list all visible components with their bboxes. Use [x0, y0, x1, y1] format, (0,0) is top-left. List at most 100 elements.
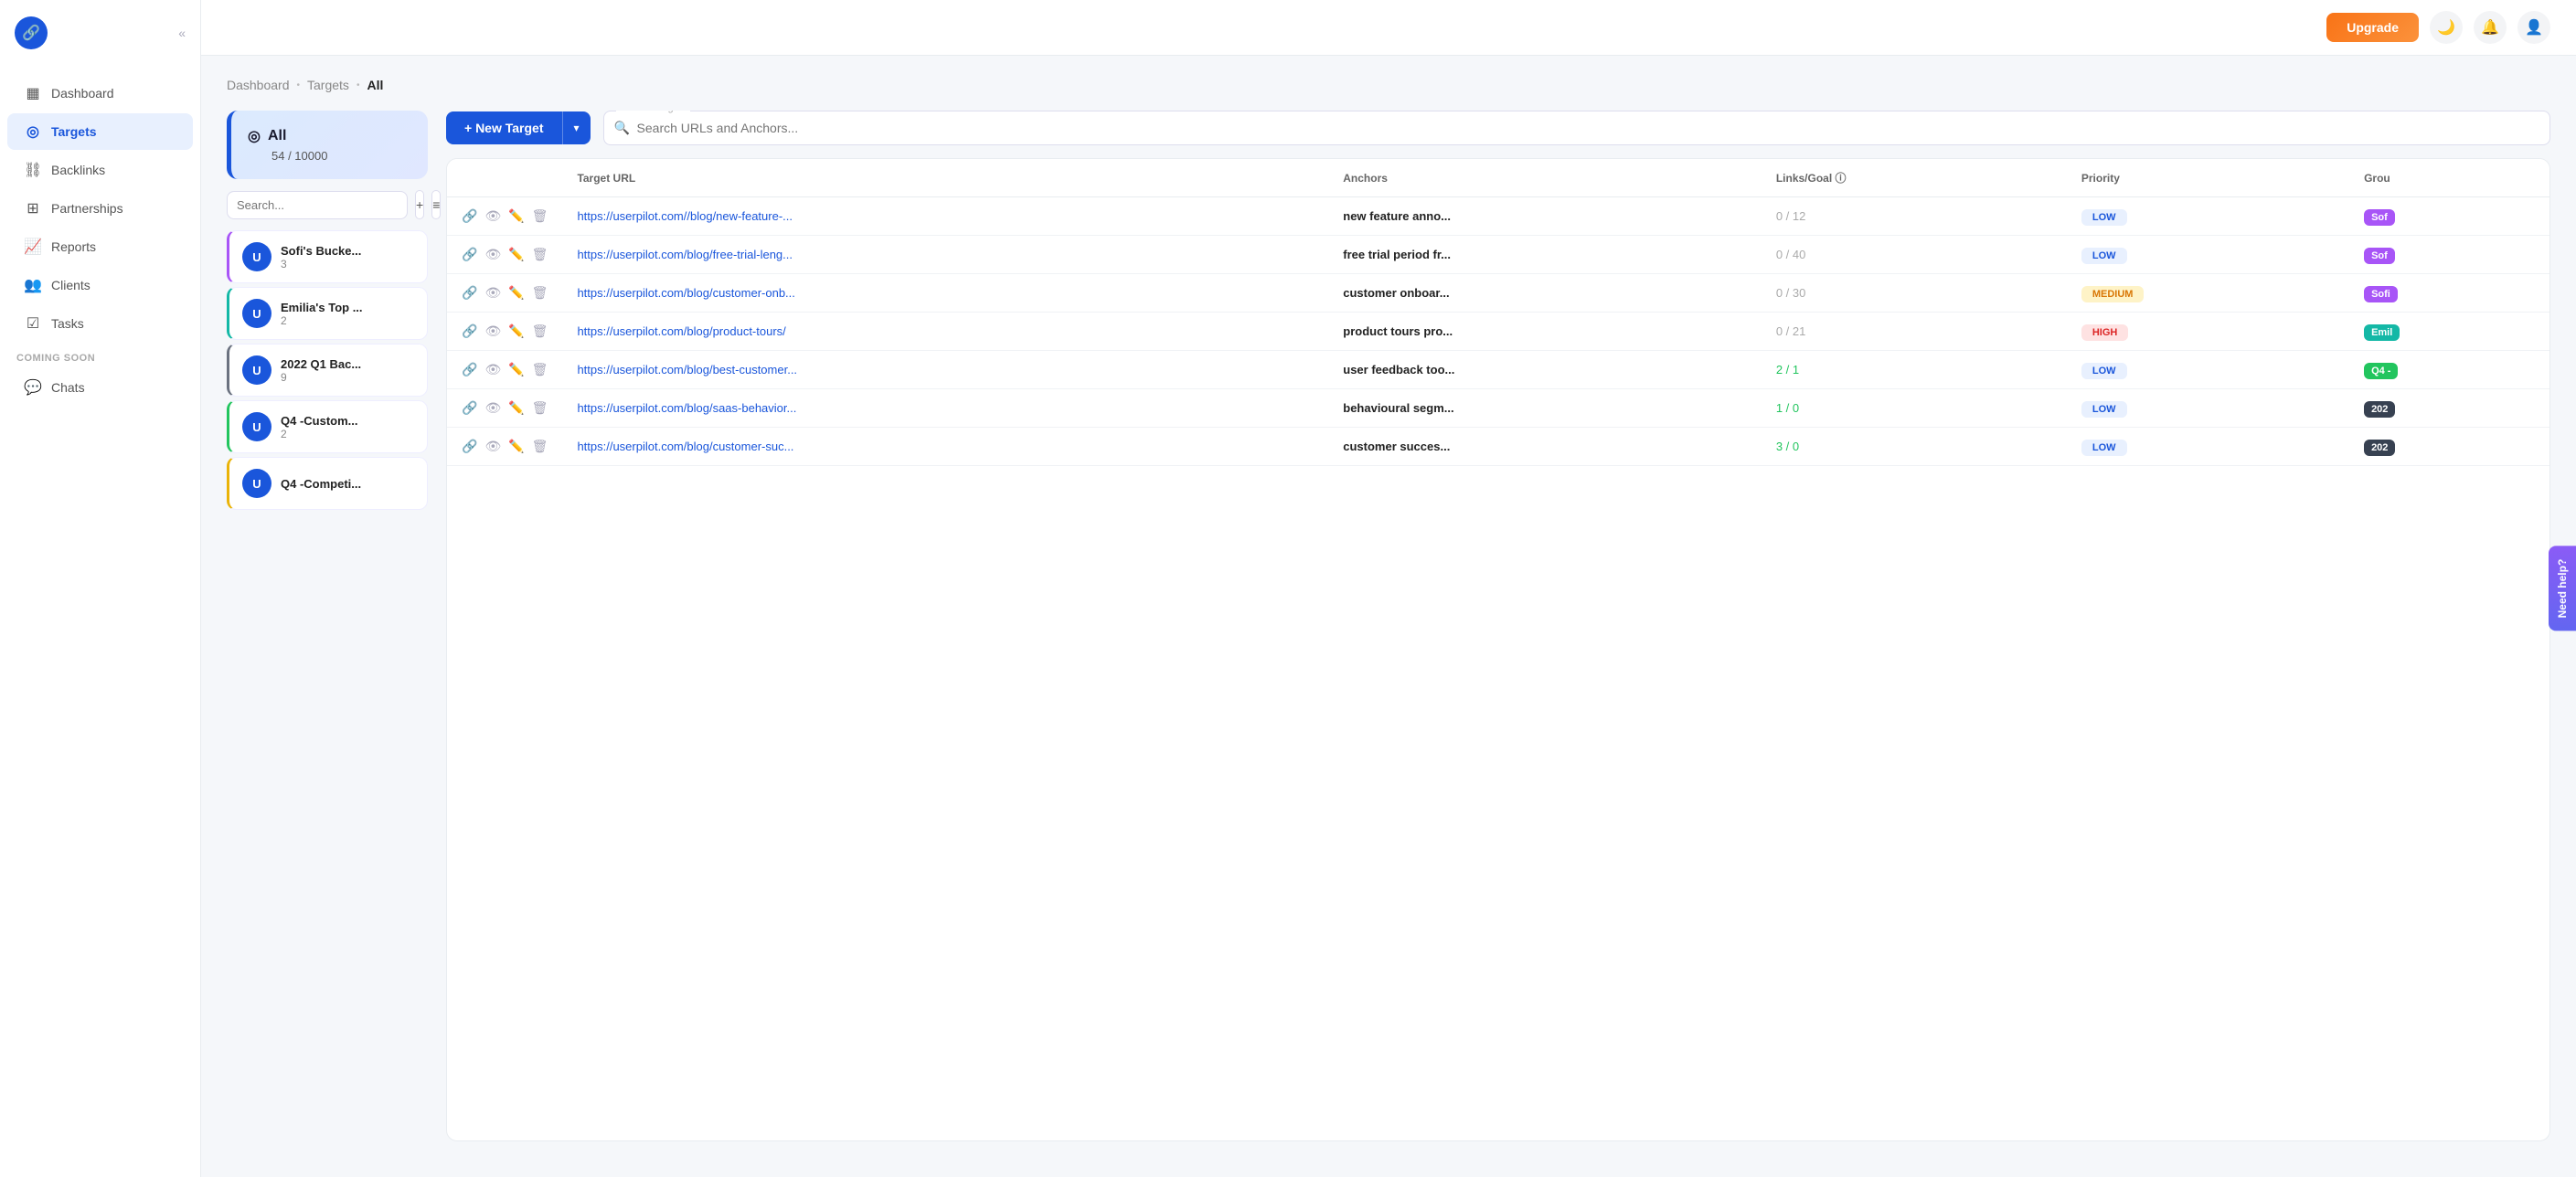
collapse-button[interactable]: « — [178, 26, 186, 40]
link-icon[interactable]: 🔗 — [462, 208, 477, 224]
view-icon[interactable]: 👁 — [484, 285, 501, 301]
link-icon[interactable]: 🔗 — [462, 439, 477, 454]
row-actions: 🔗 👁 ✏️ 🗑 — [447, 351, 562, 389]
col-links-goal[interactable]: Links/Goal ⓘ — [1762, 159, 2067, 197]
delete-icon[interactable]: 🗑 — [532, 247, 548, 262]
user-menu-button[interactable]: 👤 — [2517, 11, 2550, 44]
filter-button[interactable]: ≡ — [431, 190, 441, 219]
view-icon[interactable]: 👁 — [484, 362, 501, 377]
delete-icon[interactable]: 🗑 — [532, 362, 548, 377]
dark-mode-button[interactable]: 🌙 — [2430, 11, 2463, 44]
edit-icon[interactable]: ✏️ — [508, 323, 524, 339]
search-targets-label: Search Targets — [616, 111, 691, 113]
sidebar-item-label: Reports — [51, 239, 96, 254]
link-icon[interactable]: 🔗 — [462, 285, 477, 301]
sidebar-item-chats[interactable]: 💬 Chats — [7, 369, 193, 406]
col-anchors[interactable]: Anchors — [1328, 159, 1762, 197]
all-targets-card[interactable]: ◎ All 54 / 10000 — [227, 111, 428, 179]
bucket-item-emilia[interactable]: U Emilia's Top ... 2 — [227, 287, 428, 340]
col-target-url[interactable]: Target URL — [562, 159, 1328, 197]
group-badge: Q4 - — [2364, 363, 2398, 379]
target-url-link[interactable]: https://userpilot.com/blog/customer-suc.… — [577, 440, 793, 453]
group-badge: Emil — [2364, 324, 2400, 341]
col-priority[interactable]: Priority — [2067, 159, 2349, 197]
sidebar-item-tasks[interactable]: ☑ Tasks — [7, 305, 193, 342]
view-icon[interactable]: 👁 — [484, 400, 501, 416]
link-icon[interactable]: 🔗 — [462, 323, 477, 339]
row-url: https://userpilot.com/blog/best-customer… — [562, 351, 1328, 389]
sidebar-item-label: Chats — [51, 380, 85, 395]
bucket-info: 2022 Q1 Bac... 9 — [281, 357, 361, 384]
delete-icon[interactable]: 🗑 — [532, 323, 548, 339]
row-links-goal: 0 / 40 — [1762, 236, 2067, 274]
edit-icon[interactable]: ✏️ — [508, 285, 524, 301]
notifications-button[interactable]: 🔔 — [2474, 11, 2507, 44]
sidebar: 🔗 « ▦ Dashboard ◎ Targets ⛓ Backlinks ⊞ … — [0, 0, 201, 1177]
sidebar-item-targets[interactable]: ◎ Targets — [7, 113, 193, 150]
new-target-button[interactable]: + New Target — [446, 111, 562, 144]
view-icon[interactable]: 👁 — [484, 323, 501, 339]
row-group: 202 — [2349, 389, 2549, 428]
bucket-item-q4custom[interactable]: U Q4 -Custom... 2 — [227, 400, 428, 453]
bucket-item-q4competi[interactable]: U Q4 -Competi... — [227, 457, 428, 510]
row-actions: 🔗 👁 ✏️ 🗑 — [447, 428, 562, 466]
need-help-button[interactable]: Need help? — [2549, 546, 2576, 631]
link-icon[interactable]: 🔗 — [462, 400, 477, 416]
sidebar-item-clients[interactable]: 👥 Clients — [7, 267, 193, 303]
delete-icon[interactable]: 🗑 — [532, 285, 548, 301]
delete-icon[interactable]: 🗑 — [532, 400, 548, 416]
logo[interactable]: 🔗 — [15, 16, 48, 49]
target-url-link[interactable]: https://userpilot.com/blog/customer-onb.… — [577, 286, 794, 300]
bucket-name: Sofi's Bucke... — [281, 244, 361, 258]
tasks-icon: ☑ — [24, 314, 42, 333]
group-badge: 202 — [2364, 440, 2395, 456]
row-anchor: new feature anno... — [1328, 197, 1762, 236]
sidebar-item-backlinks[interactable]: ⛓ Backlinks — [7, 152, 193, 188]
search-targets-input[interactable] — [603, 111, 2550, 145]
backlinks-icon: ⛓ — [24, 161, 42, 179]
row-group: Q4 - — [2349, 351, 2549, 389]
view-icon[interactable]: 👁 — [484, 439, 501, 454]
link-icon[interactable]: 🔗 — [462, 247, 477, 262]
breadcrumb-targets[interactable]: Targets — [307, 78, 349, 92]
sidebar-item-partnerships[interactable]: ⊞ Partnerships — [7, 190, 193, 227]
edit-icon[interactable]: ✏️ — [508, 247, 524, 262]
right-top-bar: + New Target ▾ Search Targets 🔍 — [446, 111, 2550, 145]
priority-badge: LOW — [2081, 440, 2127, 456]
coming-soon-label: COMING SOON — [0, 344, 200, 367]
target-url-link[interactable]: https://userpilot.com//blog/new-feature-… — [577, 209, 793, 223]
new-target-dropdown-button[interactable]: ▾ — [562, 111, 591, 144]
target-url-link[interactable]: https://userpilot.com/blog/best-customer… — [577, 363, 797, 376]
target-url-link[interactable]: https://userpilot.com/blog/saas-behavior… — [577, 401, 796, 415]
delete-icon[interactable]: 🗑 — [532, 208, 548, 224]
row-actions: 🔗 👁 ✏️ 🗑 — [447, 236, 562, 274]
sidebar-item-label: Tasks — [51, 316, 84, 331]
target-url-link[interactable]: https://userpilot.com/blog/free-trial-le… — [577, 248, 793, 261]
bucket-item-sofi[interactable]: U Sofi's Bucke... 3 — [227, 230, 428, 283]
link-icon[interactable]: 🔗 — [462, 362, 477, 377]
edit-icon[interactable]: ✏️ — [508, 208, 524, 224]
view-icon[interactable]: 👁 — [484, 247, 501, 262]
target-url-link[interactable]: https://userpilot.com/blog/product-tours… — [577, 324, 785, 338]
edit-icon[interactable]: ✏️ — [508, 439, 524, 454]
add-bucket-button[interactable]: + — [415, 190, 424, 219]
view-icon[interactable]: 👁 — [484, 208, 501, 224]
sidebar-item-dashboard[interactable]: ▦ Dashboard — [7, 75, 193, 111]
topbar: Upgrade 🌙 🔔 👤 — [201, 0, 2576, 56]
breadcrumb-dashboard[interactable]: Dashboard — [227, 78, 290, 92]
bucket-search-input[interactable] — [227, 191, 408, 219]
bucket-avatar: U — [242, 299, 271, 328]
bucket-info: Emilia's Top ... 2 — [281, 301, 363, 327]
bucket-item-2022q1[interactable]: U 2022 Q1 Bac... 9 — [227, 344, 428, 397]
priority-badge: MEDIUM — [2081, 286, 2145, 302]
delete-icon[interactable]: 🗑 — [532, 439, 548, 454]
upgrade-button[interactable]: Upgrade — [2326, 13, 2419, 42]
edit-icon[interactable]: ✏️ — [508, 362, 524, 377]
bucket-name: Emilia's Top ... — [281, 301, 363, 314]
priority-badge: HIGH — [2081, 324, 2129, 341]
col-group[interactable]: Grou — [2349, 159, 2549, 197]
user-icon: 👤 — [2525, 18, 2543, 37]
edit-icon[interactable]: ✏️ — [508, 400, 524, 416]
sidebar-item-reports[interactable]: 📈 Reports — [7, 228, 193, 265]
row-group: Sof — [2349, 197, 2549, 236]
